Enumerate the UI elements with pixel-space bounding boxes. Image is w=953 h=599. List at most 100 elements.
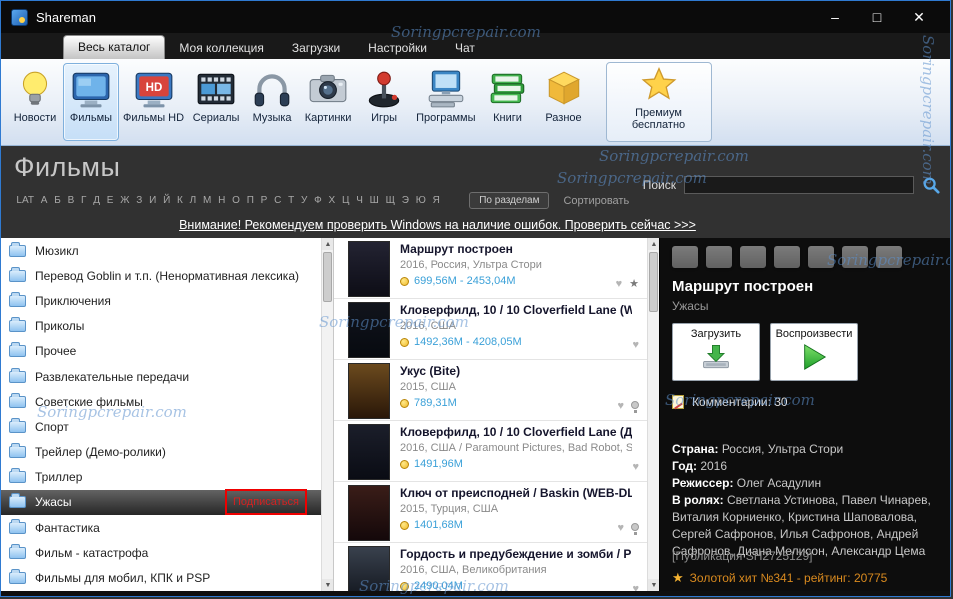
- magic-wand-icon[interactable]: [876, 246, 902, 268]
- search-icon[interactable]: [922, 176, 940, 194]
- copy-icon[interactable]: [740, 246, 766, 268]
- alphabet-letter[interactable]: М: [200, 195, 215, 206]
- subscribe-link[interactable]: Подписаться: [225, 489, 307, 516]
- sidebar-item[interactable]: Мюзикл: [1, 238, 321, 263]
- bulb-icon[interactable]: [631, 522, 639, 535]
- tab-downloads[interactable]: Загрузки: [278, 37, 354, 59]
- heart-icon[interactable]: ♥: [632, 461, 639, 473]
- alphabet-letter[interactable]: Щ: [382, 195, 398, 206]
- tab-my-collection[interactable]: Моя коллекция: [165, 37, 277, 59]
- note-icon[interactable]: [706, 246, 732, 268]
- sidebar-item[interactable]: Фантастика: [1, 515, 321, 540]
- heart-icon[interactable]: ♥: [632, 339, 639, 351]
- movie-list-item[interactable]: Ключ от преисподней / Baskin (WEB-DL 2015…: [334, 482, 647, 543]
- heart-icon[interactable]: ♥: [617, 400, 624, 412]
- maximize-button[interactable]: □: [856, 9, 898, 26]
- alphabet-letter[interactable]: П: [243, 195, 257, 206]
- minimize-button[interactable]: –: [814, 9, 856, 26]
- sidebar-item[interactable]: Трейлер (Демо-ролики): [1, 440, 321, 465]
- sidebar-item[interactable]: Перевод Goblin и т.п. (Ненормативная лек…: [1, 263, 321, 288]
- alphabet-letter[interactable]: Н: [215, 195, 229, 206]
- alphabet-letter[interactable]: LAT: [13, 195, 37, 206]
- alphabet-letter[interactable]: Е: [103, 195, 116, 206]
- alphabet-letter[interactable]: С: [271, 195, 285, 206]
- alphabet-letter[interactable]: Г: [78, 195, 90, 206]
- toolbar-item-books[interactable]: Книги: [480, 63, 536, 141]
- comments-row[interactable]: Комментарии: 30: [672, 395, 940, 409]
- alphabet-letter[interactable]: Л: [186, 195, 199, 206]
- folder-open-icon[interactable]: [774, 246, 800, 268]
- alphabet-letter[interactable]: В: [64, 195, 77, 206]
- tab-chat[interactable]: Чат: [441, 37, 489, 59]
- books-icon: [486, 68, 530, 110]
- sidebar-item[interactable]: Прочее: [1, 339, 321, 364]
- alphabet-letter[interactable]: Р: [257, 195, 270, 206]
- sort-button[interactable]: Сортировать: [563, 195, 629, 207]
- sidebar-item[interactable]: Развлекательные передачи: [1, 364, 321, 389]
- movie-list-item[interactable]: Кловерфилд, 10 / 10 Cloverfield Lane (Д 2…: [334, 421, 647, 482]
- heart-icon[interactable]: ♥: [616, 278, 623, 290]
- alphabet-letter[interactable]: Й: [160, 195, 174, 206]
- alphabet-letter[interactable]: Ц: [339, 195, 353, 206]
- movie-list-item[interactable]: Гордость и предубеждение и зомби / P 2016…: [334, 543, 647, 591]
- pencil-icon[interactable]: [842, 246, 868, 268]
- star-small-icon[interactable]: ★: [629, 277, 639, 290]
- scroll-thumb[interactable]: [649, 252, 658, 312]
- scroll-thumb[interactable]: [323, 252, 332, 302]
- sidebar-item-label: Трейлер (Демо-ролики): [35, 445, 166, 460]
- close-button[interactable]: ✕: [898, 9, 940, 26]
- alphabet-letter[interactable]: Ф: [311, 195, 325, 206]
- toolbar-item-news[interactable]: Новости: [7, 63, 63, 141]
- alphabet-letter[interactable]: Я: [429, 195, 443, 206]
- tab-all-catalog[interactable]: Весь каталог: [63, 35, 166, 59]
- sidebar-scrollbar[interactable]: ▲ ▼: [321, 238, 334, 591]
- alphabet-letter[interactable]: Ж: [117, 195, 133, 206]
- toolbar-item-games[interactable]: Игры: [356, 63, 412, 141]
- play-button[interactable]: Воспроизвести: [770, 323, 858, 381]
- heart-icon[interactable]: ♥: [632, 583, 639, 591]
- upload-icon[interactable]: [672, 246, 698, 268]
- toolbar-item-programs[interactable]: Программы: [412, 63, 479, 141]
- alphabet-letter[interactable]: Д: [90, 195, 104, 206]
- alphabet-letter[interactable]: Б: [51, 195, 64, 206]
- toolbar-item-series[interactable]: Сериалы: [188, 63, 244, 141]
- toolbar-item-music[interactable]: Музыка: [244, 63, 300, 141]
- heart-icon[interactable]: ♥: [617, 522, 624, 534]
- toolbar-item-movies-hd[interactable]: HD Фильмы HD: [119, 63, 188, 141]
- bulb-icon[interactable]: [631, 400, 639, 413]
- download-button[interactable]: Загрузить: [672, 323, 760, 381]
- toolbar-item-movies[interactable]: Фильмы: [63, 63, 119, 141]
- tab-settings[interactable]: Настройки: [354, 37, 441, 59]
- premium-free-button[interactable]: Премиум бесплатно: [605, 62, 712, 142]
- sidebar-item[interactable]: Фильм - катастрофа: [1, 540, 321, 565]
- alphabet-letter[interactable]: Ч: [353, 195, 366, 206]
- movie-list-item[interactable]: Маршрут построен 2016, Россия, Ультра Сто…: [334, 238, 647, 299]
- alphabet-letter[interactable]: Ш: [366, 195, 382, 206]
- alphabet-letter[interactable]: Т: [285, 195, 298, 206]
- alphabet-letter[interactable]: З: [133, 195, 146, 206]
- by-sections-button[interactable]: По разделам: [469, 192, 550, 209]
- alphabet-letter[interactable]: И: [146, 195, 160, 206]
- search-input[interactable]: [684, 176, 914, 194]
- alphabet-letter[interactable]: Х: [325, 195, 338, 206]
- sidebar-item[interactable]: Приколы: [1, 314, 321, 339]
- sidebar-item[interactable]: Приключения: [1, 288, 321, 313]
- alphabet-letter[interactable]: У: [298, 195, 311, 206]
- movie-list-scrollbar[interactable]: ▲ ▼: [647, 238, 660, 591]
- alphabet-letter[interactable]: Ю: [412, 195, 429, 206]
- alphabet-letter[interactable]: А: [37, 195, 50, 206]
- toolbar-item-pictures[interactable]: Картинки: [300, 63, 356, 141]
- movie-list-item[interactable]: Кловерфилд, 10 / 10 Cloverfield Lane (W 2…: [334, 299, 647, 360]
- sidebar-item[interactable]: Ужасы Подписаться: [1, 489, 321, 516]
- alphabet-letter[interactable]: Э: [398, 195, 412, 206]
- toolbar-item-misc[interactable]: Разное: [536, 63, 592, 141]
- folder-icon[interactable]: [808, 246, 834, 268]
- sidebar-item[interactable]: Триллер: [1, 465, 321, 490]
- alphabet-letter[interactable]: К: [174, 195, 187, 206]
- check-windows-link[interactable]: Внимание! Рекомендуем проверить Windows …: [179, 218, 696, 232]
- sidebar-item[interactable]: Фильмы для мобил, КПК и PSP: [1, 565, 321, 590]
- sidebar-item[interactable]: Советские фильмы: [1, 389, 321, 414]
- sidebar-item[interactable]: Спорт: [1, 414, 321, 439]
- movie-list-item[interactable]: Укус (Bite) 2015, США 789,31M ♥: [334, 360, 647, 421]
- alphabet-letter[interactable]: О: [229, 195, 244, 206]
